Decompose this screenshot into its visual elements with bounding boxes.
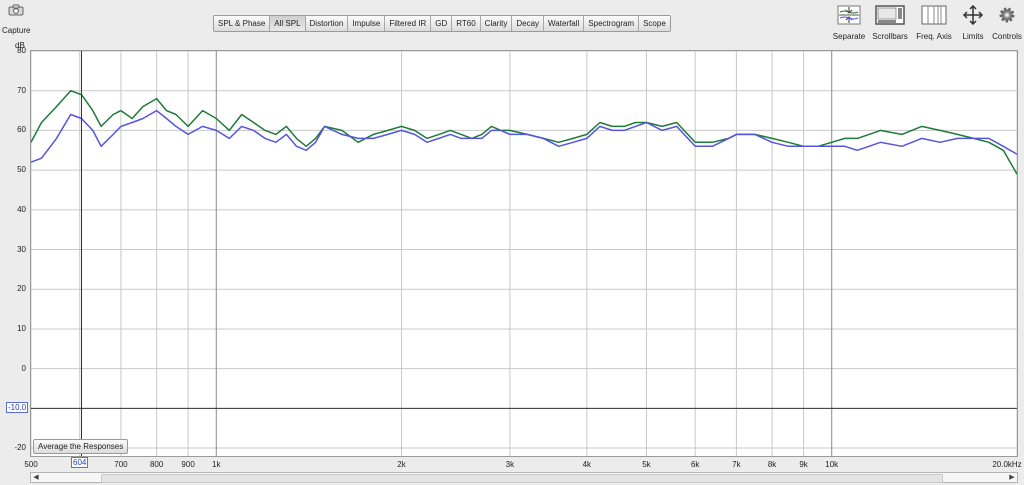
x-tick-label: 2k: [397, 460, 406, 469]
capture-label: Capture: [2, 26, 31, 35]
x-tick-label: 900: [181, 460, 195, 469]
y-tick-label: -20: [14, 443, 26, 453]
x-tick-label: 800: [149, 460, 164, 469]
controls-label: Controls: [992, 32, 1022, 41]
x-tick-label: 1k: [212, 460, 221, 469]
y-tick-label: 30: [17, 244, 26, 254]
tab-impulse[interactable]: Impulse: [348, 16, 386, 31]
x-tick-label: 20.0kHz: [992, 460, 1022, 469]
x-tick-label: 9k: [799, 460, 808, 469]
limits-arrows-icon: [962, 5, 984, 25]
x-tick-label: 8k: [767, 460, 777, 469]
y-tick-label: 60: [17, 125, 26, 135]
spl-plot-area[interactable]: [30, 50, 1018, 457]
cursor-x-readout[interactable]: 604: [71, 457, 89, 468]
separate-label: Separate: [832, 32, 866, 41]
x-tick-label: 6k: [690, 460, 700, 469]
limits-label: Limits: [962, 32, 984, 41]
x-tick-label: 3k: [505, 460, 515, 469]
y-tick-label: 50: [17, 165, 26, 175]
camera-icon: [8, 4, 24, 16]
freq-axis-button[interactable]: Freq. Axis: [914, 5, 954, 41]
tab-distortion[interactable]: Distortion: [305, 16, 349, 31]
scrollbars-icon: [875, 5, 905, 25]
x-tick-label: 10k: [825, 460, 839, 469]
y-tick-label: 0: [21, 363, 26, 373]
horizontal-scrollbar[interactable]: ◀ ▶: [30, 472, 1018, 483]
tab-rt60[interactable]: RT60: [452, 16, 481, 31]
view-tab-bar: SPL & Phase All SPL Distortion Impulse Filte…: [213, 15, 671, 32]
tab-all-spl[interactable]: All SPL: [270, 16, 306, 31]
spl-chart[interactable]: [31, 51, 1017, 456]
x-tick-label: 7k: [732, 460, 741, 469]
capture-button[interactable]: Capture: [2, 4, 30, 35]
tab-spectrogram[interactable]: Spectrogram: [584, 16, 640, 31]
separate-icon: [837, 5, 861, 25]
freq-axis-label: Freq. Axis: [916, 32, 952, 41]
separate-button[interactable]: Separate: [832, 5, 866, 41]
y-tick-label: 10: [17, 323, 26, 333]
y-tick-label: 80: [17, 46, 26, 55]
freq-axis-icon: [921, 5, 947, 25]
x-tick-label: 5k: [642, 460, 651, 469]
tab-spl-phase[interactable]: SPL & Phase: [214, 16, 271, 31]
series-line-1: [31, 89, 1017, 175]
x-tick-label: 4k: [582, 460, 592, 469]
gear-icon: [999, 7, 1015, 23]
tab-decay[interactable]: Decay: [512, 16, 545, 31]
tab-scope[interactable]: Scope: [639, 16, 670, 31]
scrollbars-button[interactable]: Scrollbars: [870, 5, 910, 41]
scroll-right-arrow-icon[interactable]: ▶: [1007, 473, 1017, 482]
tab-gd[interactable]: GD: [431, 16, 453, 31]
limits-button[interactable]: Limits: [958, 5, 988, 41]
x-tick-label: 700: [114, 460, 128, 469]
tab-waterfall[interactable]: Waterfall: [544, 16, 585, 31]
scroll-thumb[interactable]: [101, 474, 943, 483]
scroll-left-arrow-icon[interactable]: ◀: [31, 473, 41, 482]
tab-filtered-ir[interactable]: Filtered IR: [385, 16, 432, 31]
y-tick-label: 40: [17, 204, 26, 214]
controls-button[interactable]: Controls: [992, 5, 1022, 41]
y-tick-label: 70: [17, 85, 26, 95]
y-tick-label: 20: [17, 284, 26, 294]
average-responses-button[interactable]: Average the Responses: [33, 439, 129, 454]
tab-clarity[interactable]: Clarity: [480, 16, 513, 31]
x-tick-label: 500: [24, 460, 38, 469]
cursor-y-readout[interactable]: -10.0: [6, 402, 29, 413]
scrollbars-label: Scrollbars: [872, 32, 908, 41]
